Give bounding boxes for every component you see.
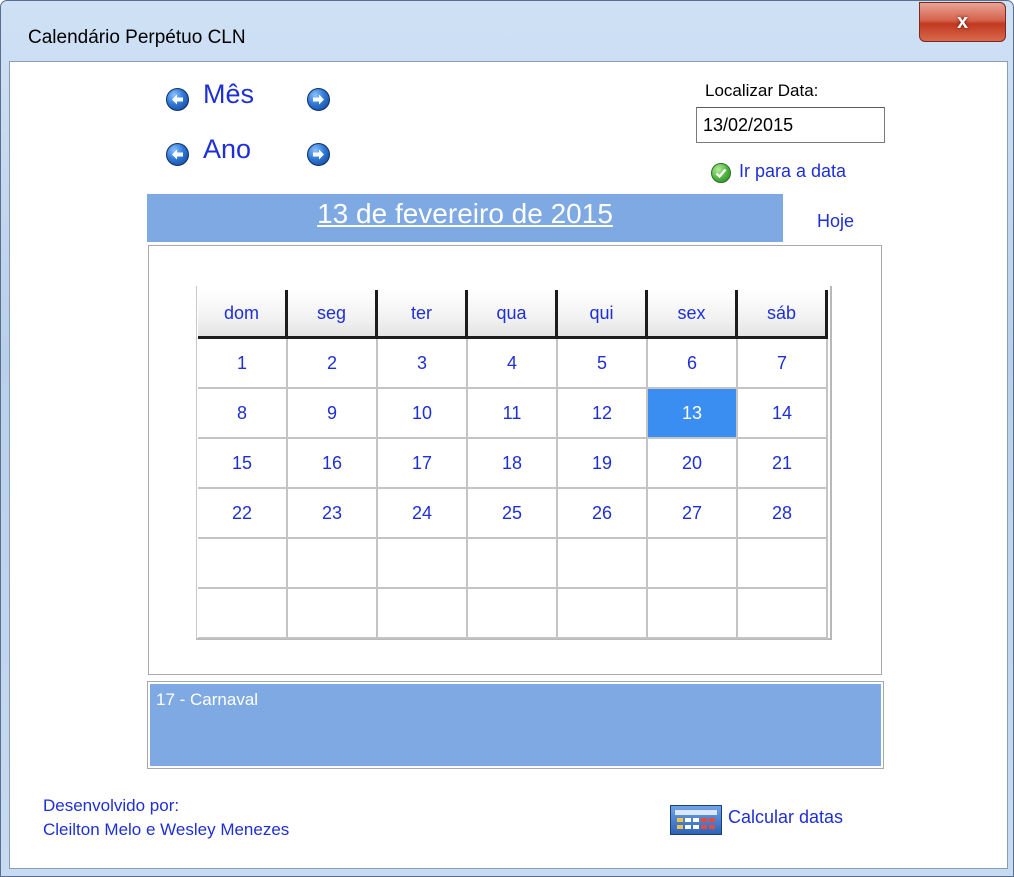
empty-day-cell (648, 539, 738, 589)
prev-year-button[interactable] (166, 143, 189, 166)
day-cell[interactable]: 20 (648, 439, 738, 489)
prev-month-button[interactable] (166, 88, 189, 111)
calculator-icon (670, 805, 722, 835)
current-date-link[interactable]: 13 de fevereiro de 2015 (147, 198, 783, 230)
day-cell[interactable]: 8 (198, 389, 288, 439)
weekday-header: sáb (738, 290, 828, 339)
empty-day-cell (558, 539, 648, 589)
check-circle-icon (711, 163, 731, 183)
day-cell[interactable]: 26 (558, 489, 648, 539)
day-cell[interactable]: 27 (648, 489, 738, 539)
month-label: Mês (203, 79, 255, 109)
day-cell[interactable]: 23 (288, 489, 378, 539)
month-nav: Mês (166, 79, 346, 117)
day-cell[interactable]: 1 (198, 339, 288, 389)
day-cell[interactable]: 10 (378, 389, 468, 439)
year-nav: Ano (166, 134, 346, 172)
app-window: Calendário Perpétuo CLN x Mês Ano Locali… (0, 0, 1014, 877)
developers-names: Cleilton Melo e Wesley Menezes (43, 820, 290, 839)
empty-day-cell (288, 539, 378, 589)
calculate-dates-label: Calcular datas (728, 807, 844, 827)
empty-day-cell (288, 589, 378, 639)
day-cell[interactable]: 4 (468, 339, 558, 389)
holiday-item: 17 - Carnaval (156, 690, 259, 709)
day-cell[interactable]: 22 (198, 489, 288, 539)
day-cell[interactable]: 11 (468, 389, 558, 439)
day-cell[interactable]: 21 (738, 439, 828, 489)
empty-day-cell (648, 589, 738, 639)
day-cell[interactable]: 17 (378, 439, 468, 489)
year-label: Ano (203, 134, 252, 164)
weekday-header: ter (378, 290, 468, 339)
day-cell[interactable]: 19 (558, 439, 648, 489)
arrow-right-icon (313, 149, 324, 160)
day-cell[interactable]: 16 (288, 439, 378, 489)
day-cell[interactable]: 3 (378, 339, 468, 389)
empty-day-cell (738, 589, 828, 639)
weekday-header: dom (198, 290, 288, 339)
day-cell[interactable]: 5 (558, 339, 648, 389)
day-cell[interactable]: 14 (738, 389, 828, 439)
weekday-header: seg (288, 290, 378, 339)
day-cell[interactable]: 24 (378, 489, 468, 539)
day-cell[interactable]: 28 (738, 489, 828, 539)
next-year-button[interactable] (307, 143, 330, 166)
weekday-header: qui (558, 290, 648, 339)
arrow-left-icon (172, 94, 183, 105)
next-month-button[interactable] (307, 88, 330, 111)
empty-day-cell (378, 589, 468, 639)
empty-day-cell (738, 539, 828, 589)
holiday-list: 17 - Carnaval (147, 681, 884, 769)
arrow-left-icon (172, 149, 183, 160)
close-icon: x (956, 11, 969, 33)
weekday-header: qua (468, 290, 558, 339)
day-cell[interactable]: 25 (468, 489, 558, 539)
day-cell[interactable]: 6 (648, 339, 738, 389)
day-cell[interactable]: 2 (288, 339, 378, 389)
empty-day-cell (468, 539, 558, 589)
title-bar: Calendário Perpétuo CLN x (1, 1, 1013, 61)
day-cell[interactable]: 9 (288, 389, 378, 439)
day-cell[interactable]: 18 (468, 439, 558, 489)
empty-day-cell (558, 589, 648, 639)
empty-day-cell (198, 589, 288, 639)
arrow-right-icon (313, 94, 324, 105)
search-date-input[interactable] (696, 107, 885, 143)
empty-day-cell (468, 589, 558, 639)
search-date-label: Localizar Data: (705, 81, 819, 100)
weekday-header: sex (648, 290, 738, 339)
close-button[interactable]: x (919, 2, 1006, 42)
day-cell[interactable]: 15 (198, 439, 288, 489)
window-title: Calendário Perpétuo CLN (28, 27, 246, 48)
current-date-banner: 13 de fevereiro de 2015 (147, 194, 783, 242)
empty-day-cell (198, 539, 288, 589)
today-link[interactable]: Hoje (817, 211, 854, 232)
empty-day-cell (378, 539, 468, 589)
developed-by-label: Desenvolvido por: (43, 796, 180, 815)
goto-date-label: Ir para a data (739, 161, 847, 181)
day-cell[interactable]: 13 (648, 389, 738, 439)
day-cell[interactable]: 7 (738, 339, 828, 389)
day-cell[interactable]: 12 (558, 389, 648, 439)
